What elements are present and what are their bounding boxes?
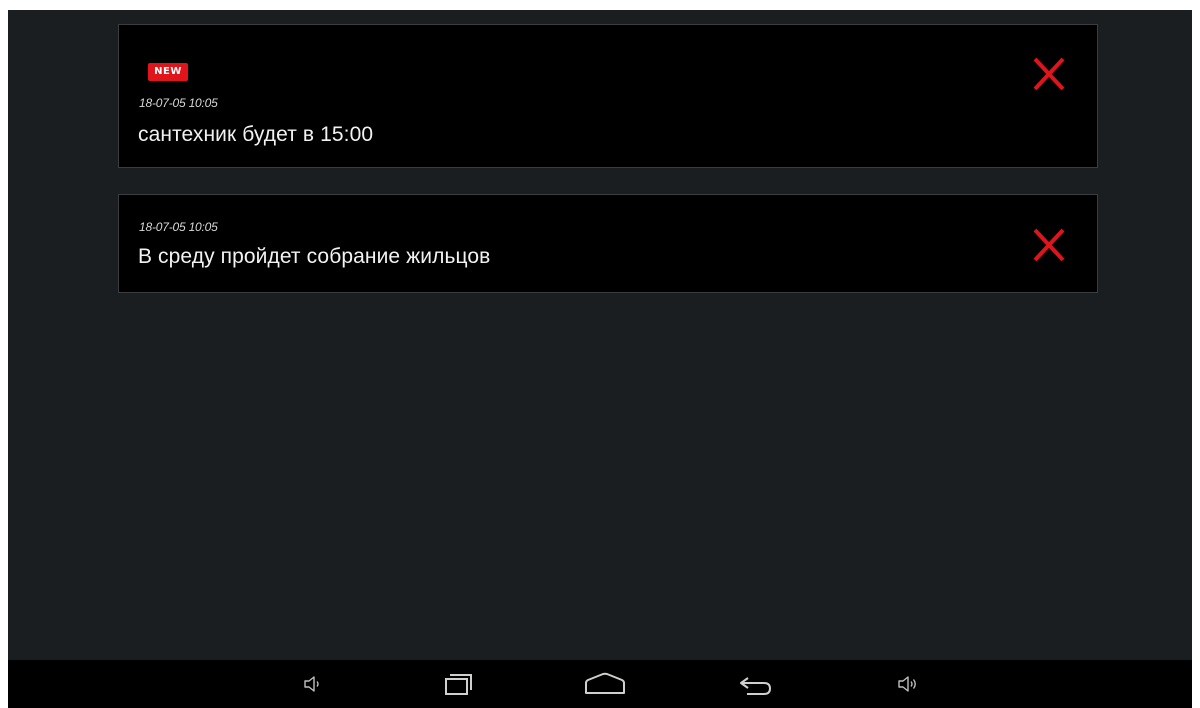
delete-notification-button[interactable] xyxy=(1029,54,1069,94)
new-badge: NEW xyxy=(148,63,188,81)
home-button[interactable] xyxy=(575,660,635,708)
notification-message: сантехник будет в 15:00 xyxy=(138,123,374,146)
recents-icon xyxy=(445,674,472,695)
volume-down-button[interactable] xyxy=(282,660,342,708)
notification-list: NEW 18-07-05 10:05 сантехник будет в 15:… xyxy=(8,10,1192,660)
notification-timestamp: 18-07-05 10:05 xyxy=(139,220,218,234)
recents-button[interactable] xyxy=(429,660,489,708)
delete-notification-button[interactable] xyxy=(1029,225,1069,265)
notification-timestamp: 18-07-05 10:05 xyxy=(139,96,218,110)
volume-down-icon xyxy=(304,676,319,692)
new-badge-label: NEW xyxy=(154,66,182,77)
screen: NEW 18-07-05 10:05 сантехник будет в 15:… xyxy=(8,10,1192,708)
home-icon xyxy=(585,672,625,694)
notification-card[interactable]: NEW 18-07-05 10:05 сантехник будет в 15:… xyxy=(118,24,1098,168)
notification-card[interactable]: 18-07-05 10:05 В среду пройдет собрание … xyxy=(118,194,1098,293)
back-button[interactable] xyxy=(726,660,786,708)
close-icon xyxy=(1033,228,1065,262)
notification-message: В среду пройдет собрание жильцов xyxy=(138,245,491,268)
system-navigation-bar xyxy=(8,660,1192,708)
back-icon xyxy=(740,677,772,695)
close-icon xyxy=(1033,57,1065,91)
volume-up-icon xyxy=(898,676,916,692)
volume-up-button[interactable] xyxy=(877,660,937,708)
